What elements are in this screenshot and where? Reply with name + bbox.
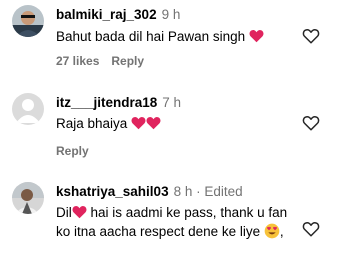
red-heart-emoji-icon: [249, 29, 264, 43]
comment-1: balmiki_raj_302 9 h Bahut bada dil hai Pa…: [0, 0, 337, 80]
avatar[interactable]: [12, 93, 44, 125]
comment-text-body: Bahut bada dil hai Pawan singh: [56, 29, 246, 44]
comment-text: Raja bhaiya: [56, 114, 296, 133]
comment-header: balmiki_raj_302 9 h: [56, 6, 180, 24]
username[interactable]: balmiki_raj_302: [56, 7, 157, 22]
red-heart-emoji-icon: [146, 116, 161, 130]
comment-3: kshatriya_sahil03 8 h · Edited Dil hai is…: [0, 176, 337, 259]
comment-actions: Reply: [56, 143, 89, 159]
timestamp: 7 h: [162, 95, 182, 110]
likes-count[interactable]: 27 likes: [56, 54, 99, 68]
like-heart-icon[interactable]: [302, 27, 320, 45]
comment-header: kshatriya_sahil03 8 h · Edited: [56, 183, 243, 201]
red-heart-emoji-icon: [131, 116, 146, 130]
timestamp: 9 h: [161, 7, 181, 22]
comment-text-suffix: ,: [279, 224, 284, 239]
comment-header: itz___jitendra18 7 h: [56, 94, 181, 112]
like-heart-icon[interactable]: [302, 114, 320, 132]
like-heart-icon[interactable]: [302, 220, 320, 238]
avatar[interactable]: [12, 182, 44, 214]
comment-text-body: Raja bhaiya: [56, 116, 128, 131]
username[interactable]: itz___jitendra18: [56, 95, 157, 110]
comment-2: itz___jitendra18 7 h Raja bhaiya Reply: [0, 88, 337, 168]
reply-button[interactable]: Reply: [111, 54, 144, 68]
comment-text: Dil hai is aadmi ke pass, thank u fan ko…: [56, 203, 291, 241]
heart-eyes-emoji-icon: [264, 223, 280, 239]
comment-text-body: hai is aadmi ke pass, thank u fan ko itn…: [56, 205, 288, 239]
username[interactable]: kshatriya_sahil03: [56, 184, 169, 199]
avatar[interactable]: [12, 5, 44, 37]
comment-text: Bahut bada dil hai Pawan singh: [56, 27, 296, 46]
timestamp: 8 h · Edited: [173, 184, 243, 199]
comment-actions: 27 likes Reply: [56, 53, 144, 69]
reply-button[interactable]: Reply: [56, 144, 89, 158]
red-heart-emoji-icon: [72, 205, 87, 219]
comment-text-prefix: Dil: [56, 205, 72, 220]
